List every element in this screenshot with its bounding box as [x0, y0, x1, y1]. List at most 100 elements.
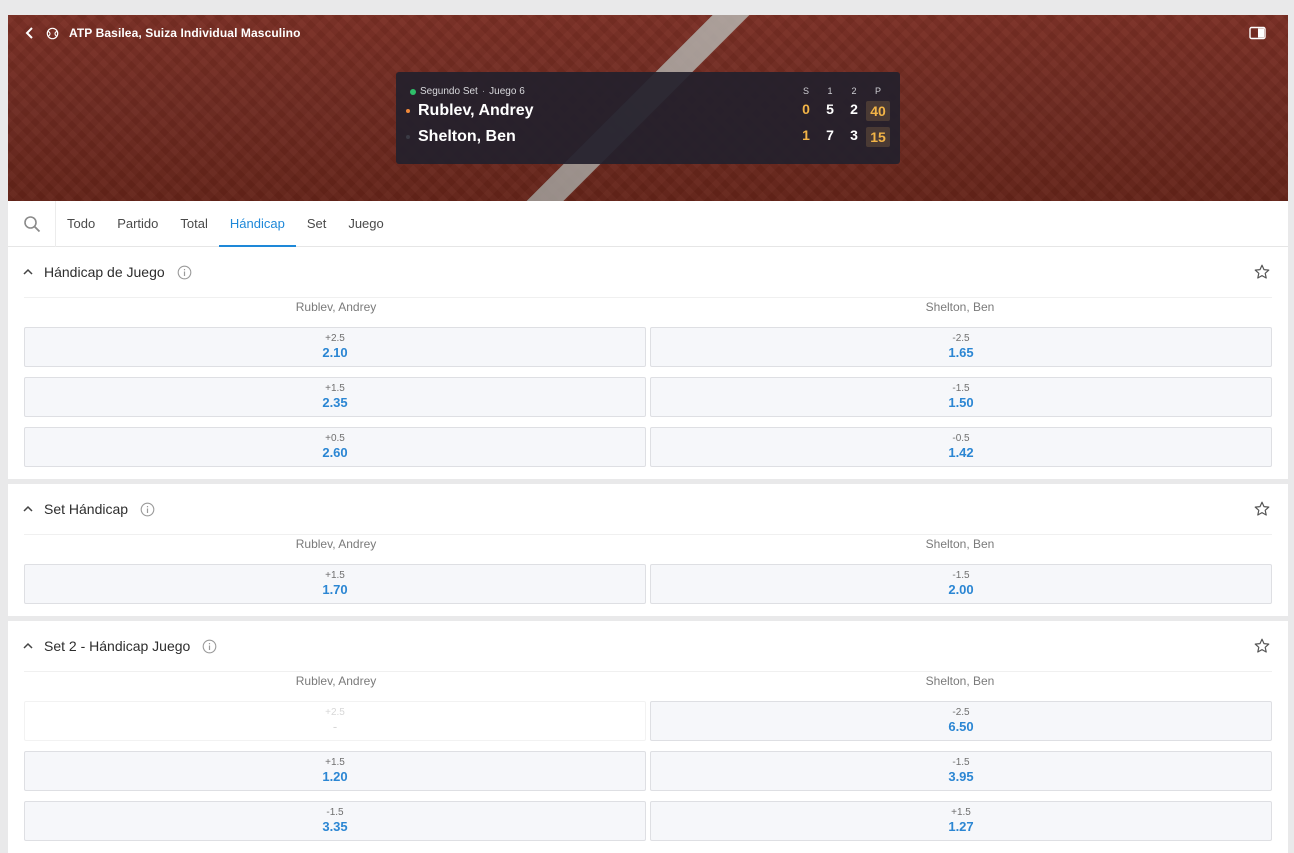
section-title: Set Hándicap: [44, 501, 129, 517]
odds-price: 2.60: [322, 445, 348, 460]
set1-games: 5: [826, 101, 834, 117]
handicap-line: +2.5: [325, 707, 345, 718]
odds-row: +1.5 1.20 -1.5 3.95: [24, 751, 1272, 791]
odds-price: 2.00: [948, 582, 974, 597]
tennis-ball-icon: [46, 27, 59, 39]
odds-button[interactable]: -1.5 1.50: [650, 377, 1272, 417]
handicap-line: -1.5: [952, 383, 970, 394]
chevron-left-icon: [25, 27, 33, 39]
market-section: Hándicap de Juego Rublev, Andrey Shelton…: [8, 247, 1288, 479]
odds-row: +2.5 2.10 -2.5 1.65: [24, 327, 1272, 367]
odds-price: 1.65: [948, 345, 974, 360]
info-icon[interactable]: [140, 502, 155, 517]
player-name: Shelton, Ben: [418, 128, 516, 145]
player-name: Rublev, Andrey: [418, 102, 534, 119]
odds-price: 1.20: [322, 769, 348, 784]
set-status: Segundo Set: [420, 86, 478, 97]
odds-button-disabled: +2.5-: [24, 701, 646, 741]
match-hero: ATP Basilea, Suiza Individual Masculino …: [8, 15, 1288, 201]
section-header[interactable]: Set 2 - Hándicap Juego: [8, 621, 1288, 671]
home-column-header: Rublev, Andrey: [295, 300, 377, 314]
hero-header: ATP Basilea, Suiza Individual Masculino: [22, 25, 301, 41]
section-title: Hándicap de Juego: [44, 264, 165, 280]
match-status: Segundo Set · Juego 6: [410, 86, 525, 97]
set2-games: 2: [850, 101, 858, 117]
odds-button[interactable]: +1.5 2.35: [24, 377, 646, 417]
tab-handicap[interactable]: Hándicap: [218, 201, 296, 247]
chevron-up-icon[interactable]: [22, 503, 34, 515]
set1-games: 7: [826, 127, 834, 143]
panel-toggle-icon[interactable]: [1249, 26, 1266, 40]
handicap-line: -1.5: [952, 570, 970, 581]
odds-button[interactable]: -1.5 3.95: [650, 751, 1272, 791]
player-scores: 1 7 3 15: [794, 127, 890, 147]
section-header[interactable]: Set Hándicap: [8, 484, 1288, 534]
tab-todo[interactable]: Todo: [56, 201, 106, 247]
live-indicator-icon: [410, 88, 416, 95]
handicap-line: +1.5: [325, 570, 345, 581]
sets-won: 0: [802, 101, 810, 117]
home-column-header: Rublev, Andrey: [295, 537, 377, 551]
header-set2: 2: [851, 86, 857, 96]
odds-button[interactable]: -2.5 6.50: [650, 701, 1272, 741]
market-section: Set Hándicap Rublev, Andrey Shelton, Ben…: [8, 484, 1288, 616]
player-row: Rublev, Andrey 0 5 2 40: [406, 99, 890, 123]
set2-games: 3: [850, 127, 858, 143]
odds-button[interactable]: +2.5 2.10: [24, 327, 646, 367]
odds-button[interactable]: -1.5 3.35: [24, 801, 646, 841]
sets-won: 1: [802, 127, 810, 143]
game-points: 15: [866, 127, 890, 147]
odds-button[interactable]: +1.5 1.70: [24, 564, 646, 604]
odds-row: -1.5 3.35 +1.5 1.27: [24, 801, 1272, 841]
section-header[interactable]: Hándicap de Juego: [8, 247, 1288, 297]
market-tabs: Todo Partido Total Hándicap Set Juego: [8, 200, 1288, 247]
favorite-star-icon[interactable]: [1254, 638, 1270, 654]
odds-price: 1.42: [948, 445, 974, 460]
odds-price: 6.50: [948, 719, 974, 734]
score-headers: S 1 2 P: [794, 86, 890, 96]
odds-price: 2.35: [322, 395, 348, 410]
handicap-line: -2.5: [952, 333, 970, 344]
odds-price: 3.35: [322, 819, 348, 834]
favorite-star-icon[interactable]: [1254, 501, 1270, 517]
tab-juego[interactable]: Juego: [337, 201, 394, 247]
favorite-star-icon[interactable]: [1254, 264, 1270, 280]
odds-button[interactable]: -2.5 1.65: [650, 327, 1272, 367]
odds-row: +1.5 2.35 -1.5 1.50: [24, 377, 1272, 417]
handicap-line: +1.5: [325, 383, 345, 394]
handicap-line: -1.5: [326, 807, 344, 818]
game-points: 40: [866, 101, 890, 121]
serve-indicator-icon: [406, 109, 410, 113]
odds-button[interactable]: +1.5 1.27: [650, 801, 1272, 841]
handicap-line: +2.5: [325, 333, 345, 344]
tab-total[interactable]: Total: [169, 201, 218, 247]
handicap-line: +0.5: [325, 433, 345, 444]
odds-rows: +1.5 1.70 -1.5 2.00: [8, 556, 1288, 616]
odds-button[interactable]: +0.5 2.60: [24, 427, 646, 467]
competition-title: ATP Basilea, Suiza Individual Masculino: [69, 26, 301, 40]
tab-set[interactable]: Set: [296, 201, 338, 247]
odds-button[interactable]: +1.5 1.20: [24, 751, 646, 791]
info-icon[interactable]: [202, 639, 217, 654]
scoreboard: Segundo Set · Juego 6 S 1 2 P Rublev, An…: [396, 72, 900, 164]
info-icon[interactable]: [177, 265, 192, 280]
odds-button[interactable]: -0.5 1.42: [650, 427, 1272, 467]
search-button[interactable]: [8, 200, 56, 247]
odds-button[interactable]: -1.5 2.00: [650, 564, 1272, 604]
away-column-header: Shelton, Ben: [925, 674, 995, 688]
chevron-up-icon[interactable]: [22, 266, 34, 278]
odds-price: 3.95: [948, 769, 974, 784]
handicap-line: -0.5: [952, 433, 970, 444]
header-points: P: [874, 86, 881, 96]
handicap-line: +1.5: [325, 757, 345, 768]
back-button[interactable]: [22, 25, 36, 41]
home-column-header: Rublev, Andrey: [295, 674, 377, 688]
odds-price: 1.50: [948, 395, 974, 410]
chevron-up-icon[interactable]: [22, 640, 34, 652]
section-title: Set 2 - Hándicap Juego: [44, 638, 191, 654]
tab-partido[interactable]: Partido: [106, 201, 169, 247]
status-separator: ·: [481, 86, 486, 97]
game-status: Juego 6: [489, 86, 525, 97]
search-icon: [23, 215, 40, 232]
handicap-line: -1.5: [952, 757, 970, 768]
